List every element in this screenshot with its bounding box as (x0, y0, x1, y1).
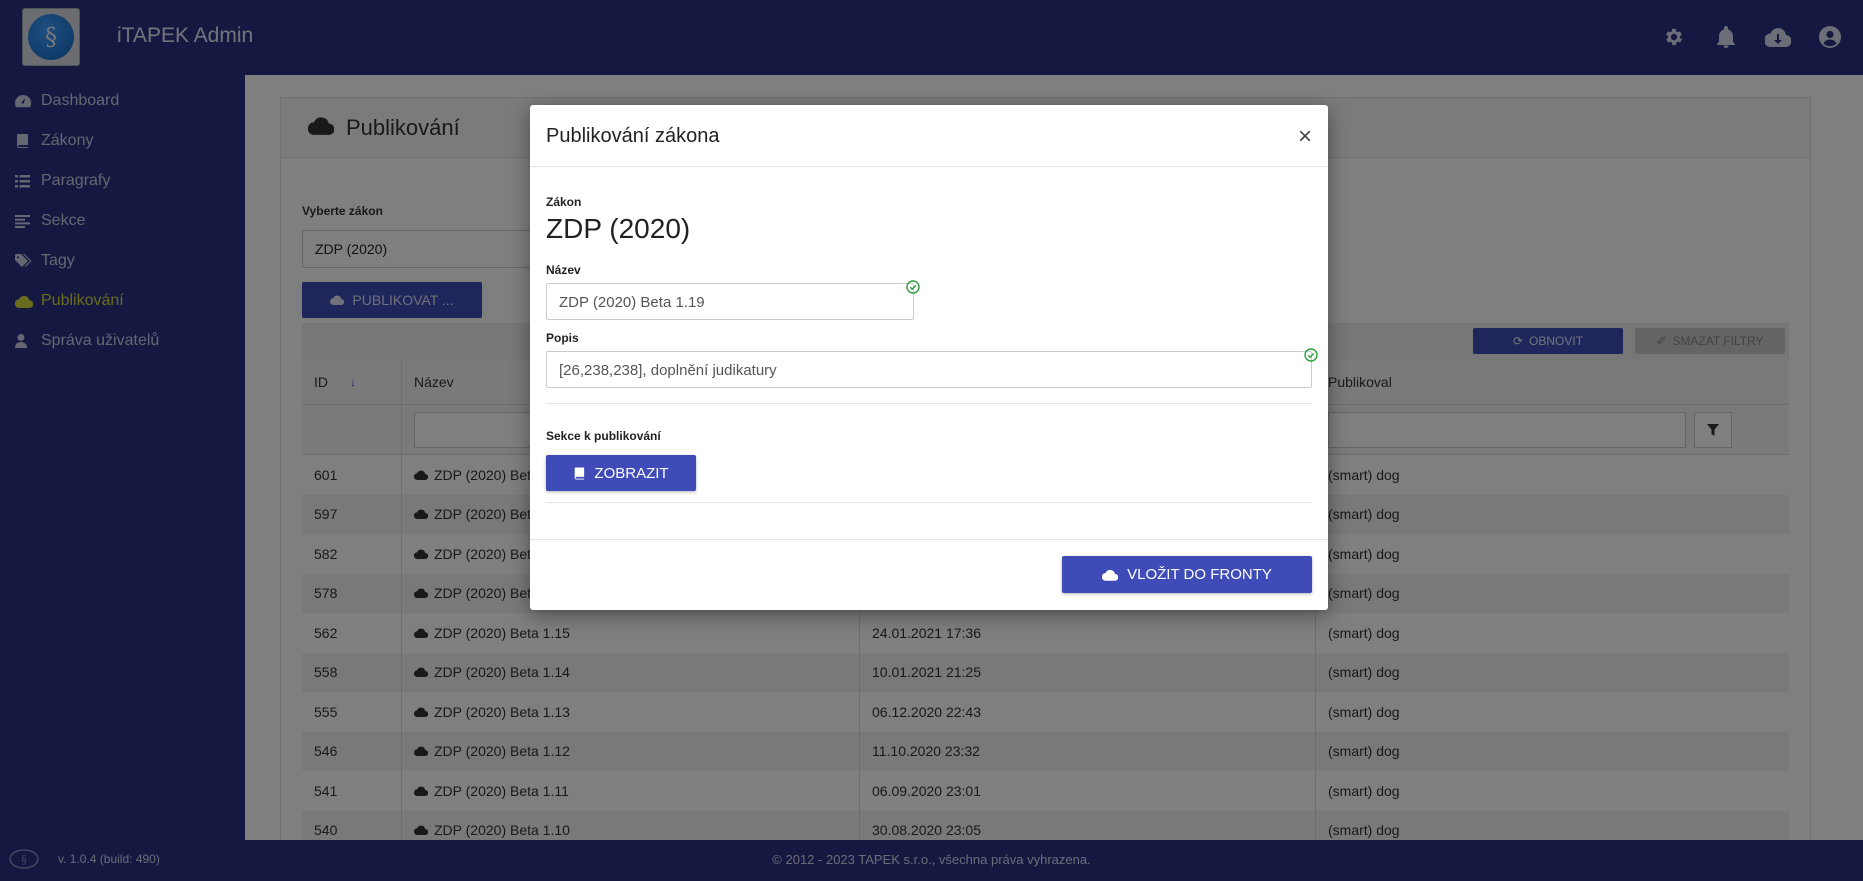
close-icon[interactable]: × (1298, 123, 1312, 151)
show-sections-label: ZOBRAZIT (594, 464, 669, 482)
description-label: Popis (546, 331, 579, 345)
check-circle-icon (1304, 348, 1318, 362)
divider (546, 502, 1312, 503)
show-sections-button[interactable]: ZOBRAZIT (546, 455, 696, 491)
law-label: Zákon (546, 195, 582, 209)
description-field[interactable]: [26,238,238], doplnění judikatury (546, 351, 1312, 388)
add-to-queue-label: VLOŽIT DO FRONTY (1127, 566, 1272, 583)
add-to-queue-button[interactable]: VLOŽIT DO FRONTY (1062, 556, 1312, 593)
publish-law-dialog: Publikování zákona × Zákon ZDP (2020) Ná… (530, 105, 1328, 610)
sections-label: Sekce k publikování (546, 429, 661, 443)
check-circle-icon (906, 280, 920, 294)
divider (546, 403, 1312, 404)
dialog-header: Publikování zákona × (530, 105, 1328, 167)
law-value: ZDP (2020) (546, 213, 691, 244)
dialog-footer: VLOŽIT DO FRONTY (530, 539, 1328, 610)
book-icon (575, 467, 585, 479)
name-field[interactable]: ZDP (2020) Beta 1.19 (546, 283, 914, 320)
cloud-icon (1102, 569, 1119, 581)
dialog-title: Publikování zákona (546, 125, 720, 147)
dialog-body: Zákon ZDP (2020) Název ZDP (2020) Beta 1… (530, 167, 1328, 545)
name-label: Název (546, 263, 581, 277)
